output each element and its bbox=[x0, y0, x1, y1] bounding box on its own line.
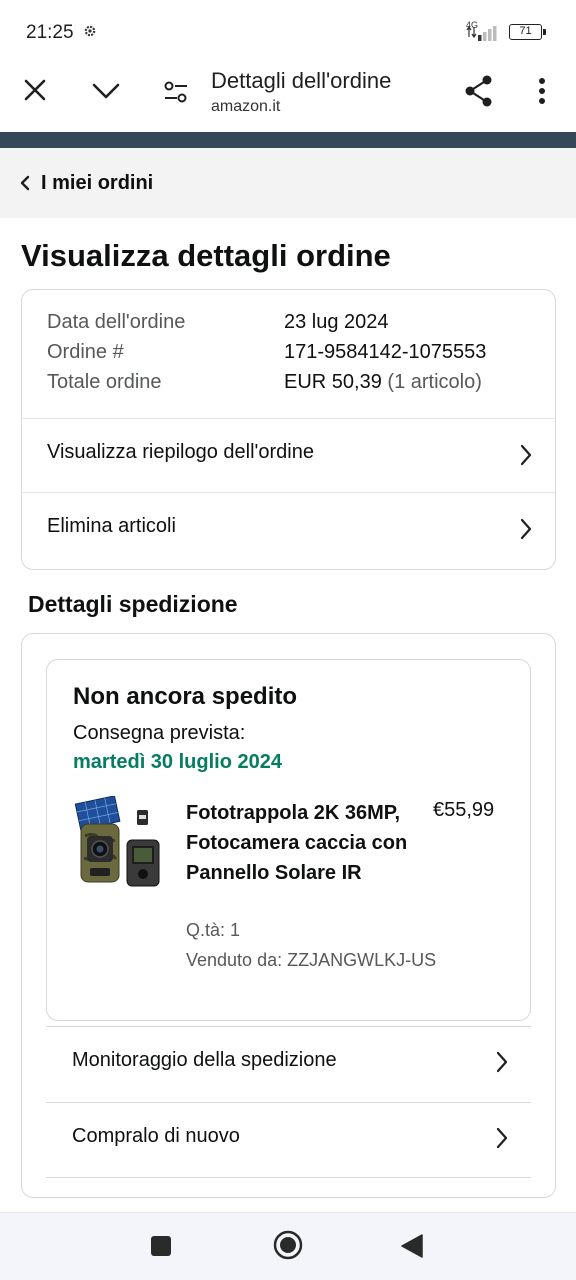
delivery-label: Consegna prevista: bbox=[73, 722, 246, 744]
header-strip bbox=[0, 132, 576, 148]
battery-icon: 71 bbox=[509, 24, 542, 40]
browser-toolbar: Dettagli dell'ordine amazon.it bbox=[0, 62, 576, 132]
page-title: Visualizza dettagli ordine bbox=[21, 238, 391, 273]
breadcrumb-label[interactable]: I miei ordini bbox=[41, 172, 153, 195]
order-item-count: (1 articolo) bbox=[387, 371, 482, 393]
signal-icon bbox=[466, 25, 497, 41]
order-summary-card: Data dell'ordine 23 lug 2024 Ordine # 17… bbox=[21, 289, 556, 570]
more-vertical-icon[interactable] bbox=[538, 78, 546, 104]
order-number-row: Ordine # 171-9584142-1075553 bbox=[47, 341, 486, 364]
order-total-value-wrap: EUR 50,39 (1 articolo) bbox=[284, 371, 482, 394]
order-number-value: 171-9584142-1075553 bbox=[284, 341, 487, 363]
order-total-label: Totale ordine bbox=[47, 371, 162, 393]
chevron-down-icon[interactable] bbox=[92, 82, 120, 100]
view-order-summary-link[interactable]: Visualizza riepilogo dell'ordine bbox=[22, 419, 555, 492]
system-nav-bar bbox=[0, 1212, 576, 1280]
chevron-right-icon bbox=[520, 518, 532, 540]
product-quantity: Q.tà: 1 bbox=[186, 920, 241, 940]
order-total-value: EUR 50,39 bbox=[284, 371, 382, 393]
shipment-section-title: Dettagli spedizione bbox=[28, 591, 238, 617]
order-date-label: Data dell'ordine bbox=[47, 311, 186, 333]
product-title[interactable]: Fototrappola 2K 36MP, Fotocamera caccia … bbox=[186, 798, 416, 888]
chevron-right-icon bbox=[496, 1051, 508, 1073]
share-icon[interactable] bbox=[465, 75, 493, 107]
buy-again-link[interactable]: Compralo di nuovo bbox=[46, 1103, 531, 1177]
delete-items-label: Elimina articoli bbox=[47, 515, 176, 537]
browser-page-title: Dettagli dell'ordine bbox=[211, 68, 392, 93]
order-total-row: Totale ordine EUR 50,39 (1 articolo) bbox=[47, 371, 482, 394]
product-seller: Venduto da: ZZJANGWLKJ-US bbox=[186, 950, 437, 970]
settings-gear-icon bbox=[84, 25, 96, 37]
view-order-summary-label: Visualizza riepilogo dell'ordine bbox=[47, 441, 314, 463]
chevron-right-icon bbox=[496, 1127, 508, 1149]
shipment-item-card: Non ancora spedito Consegna prevista: ma… bbox=[46, 659, 531, 1021]
order-date-row: Data dell'ordine 23 lug 2024 bbox=[47, 311, 389, 334]
breadcrumb[interactable]: I miei ordini bbox=[0, 148, 576, 218]
product-price: €55,99 bbox=[433, 799, 495, 821]
browser-url[interactable]: amazon.it bbox=[211, 98, 280, 116]
back-triangle-icon[interactable] bbox=[400, 1233, 424, 1259]
buy-again-label: Compralo di nuovo bbox=[72, 1125, 240, 1147]
close-icon[interactable] bbox=[24, 79, 46, 101]
status-time: 21:25 bbox=[26, 22, 74, 43]
order-date-value: 23 lug 2024 bbox=[284, 311, 389, 333]
product-image[interactable] bbox=[71, 796, 163, 888]
delete-items-link[interactable]: Elimina articoli bbox=[22, 493, 555, 569]
delivery-date: martedì 30 luglio 2024 bbox=[73, 751, 282, 773]
shipment-status: Non ancora spedito bbox=[73, 683, 298, 710]
shipment-card: Non ancora spedito Consegna prevista: ma… bbox=[21, 633, 556, 1198]
order-number-label: Ordine # bbox=[47, 341, 124, 363]
chevron-right-icon bbox=[520, 444, 532, 466]
status-bar: 21:25 4G 71 bbox=[0, 0, 576, 62]
home-circle-icon[interactable] bbox=[272, 1229, 304, 1261]
track-shipment-link[interactable]: Monitoraggio della spedizione bbox=[46, 1027, 531, 1102]
battery-tip bbox=[543, 29, 546, 35]
tune-icon[interactable] bbox=[163, 80, 189, 104]
divider bbox=[46, 1177, 531, 1178]
track-shipment-label: Monitoraggio della spedizione bbox=[72, 1049, 337, 1071]
chevron-left-icon bbox=[20, 175, 30, 191]
recents-square-icon[interactable] bbox=[150, 1235, 172, 1257]
